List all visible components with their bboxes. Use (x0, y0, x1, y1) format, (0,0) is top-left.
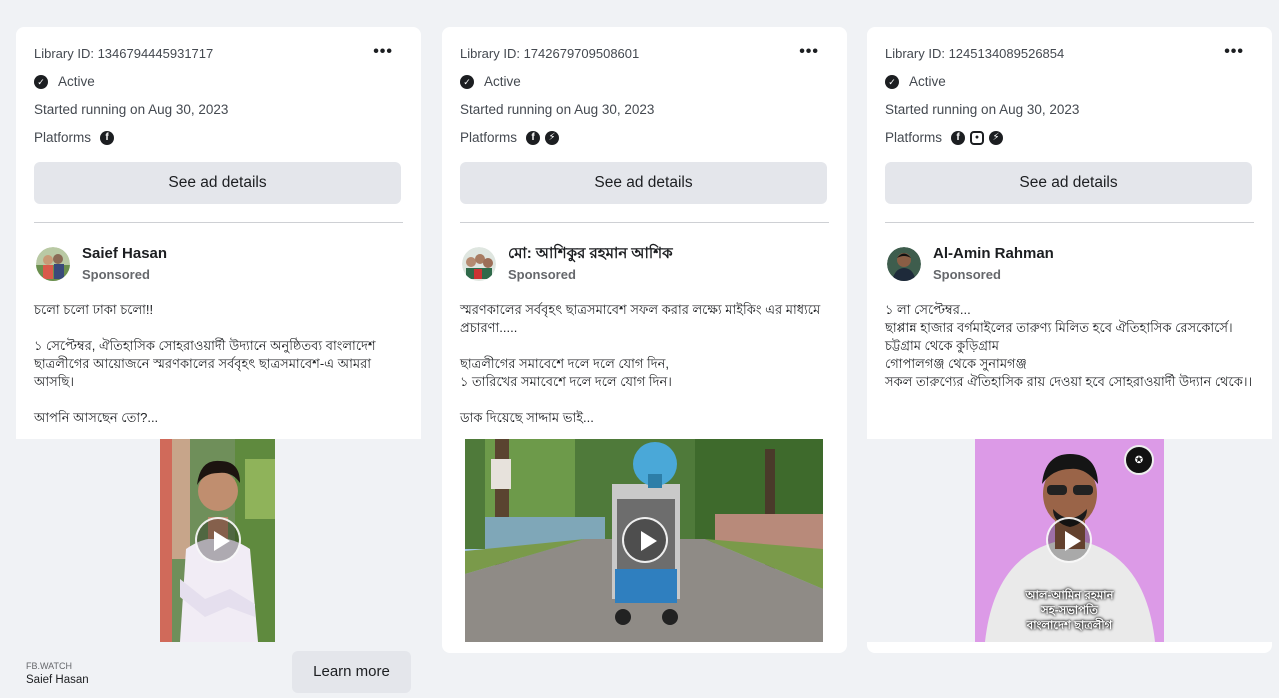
advertiser-header: Saief Hasan Sponsored (16, 223, 421, 289)
status-row: ✓ Active (34, 73, 403, 91)
sponsored-label: Sponsored (82, 267, 150, 282)
facebook-icon: f (951, 131, 966, 145)
platforms-label: Platforms (34, 130, 92, 145)
more-options-icon[interactable]: ••• (373, 44, 393, 60)
check-circle-icon: ✓ (885, 75, 899, 89)
ad-meta: Library ID: 1346794445931717 ••• ✓ Activ… (16, 27, 421, 223)
divider (460, 222, 829, 223)
library-id: Library ID: 1742679709508601 (460, 46, 640, 61)
video-caption: আল-আমিন রহমান সহ-সভাপতি বাংলাদেশ ছাত্রলী… (975, 589, 1164, 634)
status-text: Active (484, 74, 521, 89)
advertiser-name[interactable]: Saief Hasan (82, 245, 167, 263)
advertiser-header: Al-Amin Rahman Sponsored (867, 223, 1272, 289)
advertiser-name[interactable]: Al-Amin Rahman (933, 245, 1054, 263)
ad-meta: Library ID: 1245134089526854 ••• ✓ Activ… (867, 27, 1272, 223)
ad-card: Library ID: 1742679709508601 ••• ✓ Activ… (442, 27, 847, 653)
advertiser-header: মো: আশিকুর রহমান আশিক Sponsored (442, 223, 847, 289)
library-id: Library ID: 1346794445931717 (34, 46, 214, 61)
see-ad-details-button[interactable]: See ad details (885, 162, 1252, 204)
instagram-icon: ● (970, 131, 985, 145)
ad-body: চলো চলো ঢাকা চলো!! ১ সেপ্টেম্বর, ঐতিহাসি… (34, 302, 376, 425)
avatar[interactable] (36, 247, 70, 281)
started-running: Started running on Aug 30, 2023 (885, 102, 1080, 117)
logo-badge-icon: ✪ (1124, 445, 1154, 475)
ad-body: ১ লা সেপ্টেম্বর... ছাপ্পান্ন হাজার বর্গম… (885, 302, 1253, 389)
started-running: Started running on Aug 30, 2023 (460, 102, 655, 117)
divider (34, 222, 403, 223)
ad-body-text: স্মরণকালের সর্ববৃহৎ ছাত্রসমাবেশ সফল করার… (442, 289, 847, 439)
platforms-row: Platforms f ⚡ (460, 129, 829, 147)
check-circle-icon: ✓ (34, 75, 48, 89)
see-ad-details-button[interactable]: See ad details (460, 162, 827, 204)
status-text: Active (909, 74, 946, 89)
status-row: ✓ Active (460, 73, 829, 91)
messenger-icon: ⚡ (989, 131, 1004, 145)
platforms-label: Platforms (460, 130, 518, 145)
sponsored-label: Sponsored (933, 267, 1001, 282)
platforms-row: Platforms f (34, 129, 403, 147)
video-caption-text: আল-আমিন রহমান সহ-সভাপতি বাংলাদেশ ছাত্রলী… (1025, 590, 1114, 632)
ad-card: Library ID: 1346794445931717 ••• ✓ Activ… (16, 27, 421, 698)
messenger-icon: ⚡ (545, 131, 560, 145)
platforms-row: Platforms f ● ⚡ (885, 129, 1254, 147)
divider (885, 222, 1254, 223)
avatar[interactable] (462, 247, 496, 281)
status-text: Active (58, 74, 95, 89)
sponsored-label: Sponsored (508, 267, 576, 282)
avatar[interactable] (887, 247, 921, 281)
ad-footer: FB.WATCH Saief Hasan Learn more (16, 642, 421, 698)
ad-body: স্মরণকালের সর্ববৃহৎ ছাত্রসমাবেশ সফল করার… (460, 302, 821, 425)
check-circle-icon: ✓ (460, 75, 474, 89)
started-running: Started running on Aug 30, 2023 (34, 102, 229, 117)
facebook-icon: f (526, 131, 541, 145)
link-title: Saief Hasan (26, 674, 89, 686)
play-icon[interactable] (622, 517, 668, 563)
play-icon[interactable] (1046, 517, 1092, 563)
ad-video[interactable] (16, 439, 421, 642)
platforms-label: Platforms (885, 130, 943, 145)
ad-meta: Library ID: 1742679709508601 ••• ✓ Activ… (442, 27, 847, 223)
facebook-icon: f (100, 131, 115, 145)
more-options-icon[interactable]: ••• (1224, 44, 1244, 60)
ad-body-text: ১ লা সেপ্টেম্বর... ছাপ্পান্ন হাজার বর্গম… (867, 289, 1272, 439)
library-id: Library ID: 1245134089526854 (885, 46, 1065, 61)
link-domain: FB.WATCH (26, 661, 72, 671)
more-options-icon[interactable]: ••• (799, 44, 819, 60)
ad-video[interactable]: ✪ আল-আমিন রহমান সহ-সভাপতি বাংলাদেশ ছাত্র… (867, 439, 1272, 642)
play-icon[interactable] (195, 517, 241, 563)
advertiser-name[interactable]: মো: আশিকুর রহমান আশিক (508, 245, 673, 263)
ad-body-text: চলো চলো ঢাকা চলো!! ১ সেপ্টেম্বর, ঐতিহাসি… (16, 289, 421, 439)
ad-card: Library ID: 1245134089526854 ••• ✓ Activ… (867, 27, 1272, 653)
learn-more-button[interactable]: Learn more (292, 651, 411, 693)
ad-video[interactable] (442, 439, 847, 642)
status-row: ✓ Active (885, 73, 1254, 91)
see-ad-details-button[interactable]: See ad details (34, 162, 401, 204)
